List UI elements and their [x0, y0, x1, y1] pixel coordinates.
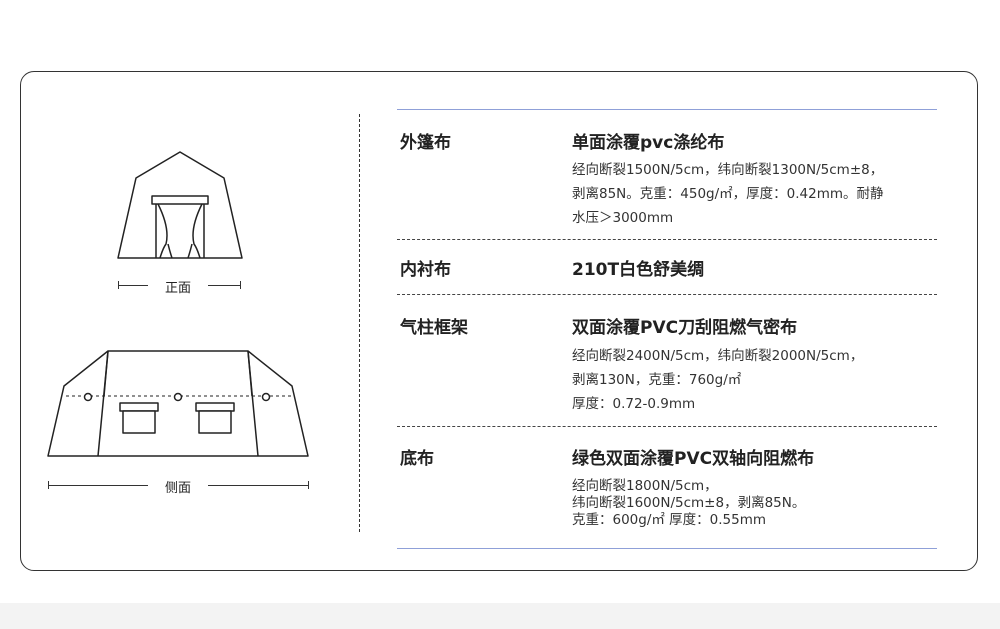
- spec-name-air-frame: 气柱框架: [400, 318, 468, 338]
- spec-detail-outer-fabric: 经向断裂1500N/5cm，纬向断裂1300N/5cm±8， 剥离85N。克重：…: [572, 162, 884, 226]
- vent-left: [83, 392, 93, 402]
- tent-side-panel-left: [103, 350, 109, 397]
- tent-front-curtain-right: [192, 203, 203, 259]
- spec-name-outer-fabric: 外篷布: [400, 133, 451, 153]
- tent-side-panel-right: [247, 350, 253, 397]
- bottom-band: [0, 603, 1000, 629]
- spec-title-inner-lining: 210T白色舒美绸: [572, 260, 705, 280]
- side-caption-line-right: [208, 485, 308, 486]
- tent-front-awning: [151, 195, 209, 205]
- spec-divider-1: [397, 239, 937, 240]
- tent-front-curtain-left: [157, 203, 168, 259]
- vertical-divider: [359, 114, 360, 532]
- spec-bottom-rule: [397, 548, 937, 549]
- tent-side-outline: [47, 350, 309, 457]
- vent-center: [173, 392, 183, 402]
- vent-right: [261, 392, 271, 402]
- spec-title-outer-fabric: 单面涂覆pvc涤纶布: [572, 133, 725, 153]
- side-caption-line-left: [48, 485, 148, 486]
- window-left: [122, 410, 156, 434]
- front-caption-line-left: [118, 285, 148, 286]
- spec-detail-floor-fabric: 经向断裂1800N/5cm， 纬向断裂1600N/5cm±8，剥离85N。 克重…: [572, 478, 806, 528]
- spec-title-air-frame: 双面涂覆PVC刀刮阻燃气密布: [572, 318, 798, 338]
- side-view-label: 侧面: [164, 481, 191, 496]
- window-left-frame: [119, 402, 159, 412]
- spec-divider-3: [397, 426, 937, 427]
- spec-name-inner-lining: 内衬布: [400, 260, 451, 280]
- tent-front-outline: [117, 151, 243, 259]
- front-caption-tick-right: [240, 281, 241, 289]
- spec-title-floor-fabric: 绿色双面涂覆PVC双轴向阻燃布: [572, 449, 815, 469]
- spec-name-floor-fabric: 底布: [400, 449, 434, 469]
- tent-side-illustration: [47, 350, 309, 457]
- front-caption-line-right: [208, 285, 240, 286]
- tent-front-illustration: [117, 151, 243, 259]
- spec-detail-air-frame: 经向断裂2400N/5cm，纬向断裂2000N/5cm， 剥离130N，克重：7…: [572, 348, 864, 412]
- window-right-frame: [195, 402, 235, 412]
- window-right: [198, 410, 232, 434]
- side-caption-tick-right: [308, 481, 309, 489]
- spec-top-rule: [397, 109, 937, 110]
- tent-front-curtain-mid: [167, 243, 193, 259]
- spec-divider-2: [397, 294, 937, 295]
- front-view-label: 正面: [164, 281, 191, 296]
